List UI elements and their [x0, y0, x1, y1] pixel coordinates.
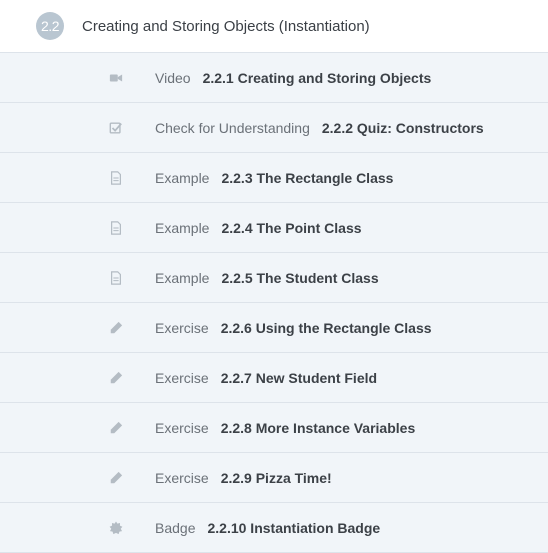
lesson-item[interactable]: Example 2.2.4 The Point Class: [0, 203, 548, 253]
video-camera-icon: [108, 70, 124, 86]
section-title: Creating and Storing Objects (Instantiat…: [82, 17, 370, 35]
badge-icon: [108, 520, 124, 536]
pencil-icon: [108, 420, 124, 436]
lesson-item[interactable]: Exercise 2.2.7 New Student Field: [0, 353, 548, 403]
item-name: 2.2.3 The Rectangle Class: [221, 169, 394, 186]
item-name: 2.2.4 The Point Class: [221, 219, 362, 236]
item-type: Exercise: [155, 469, 209, 486]
document-icon: [108, 170, 124, 186]
item-name: 2.2.7 New Student Field: [220, 369, 378, 386]
lesson-panel: 2.2 Creating and Storing Objects (Instan…: [0, 0, 548, 553]
lesson-item[interactable]: Exercise 2.2.6 Using the Rectangle Class: [0, 303, 548, 353]
lesson-item-list: Video 2.2.1 Creating and Storing Objects C…: [0, 53, 548, 553]
document-icon: [108, 220, 124, 236]
item-type: Badge: [155, 519, 196, 536]
item-name: 2.2.10 Instantiation Badge: [207, 519, 381, 536]
section-header[interactable]: 2.2 Creating and Storing Objects (Instan…: [0, 0, 548, 53]
item-name: 2.2.8 More Instance Variables: [220, 419, 416, 436]
item-type: Exercise: [155, 419, 209, 436]
item-name: 2.2.1 Creating and Storing Objects: [202, 69, 432, 86]
item-name: 2.2.2 Quiz: Constructors: [321, 119, 484, 136]
item-name: 2.2.9 Pizza Time!: [220, 469, 332, 486]
lesson-item[interactable]: Exercise 2.2.8 More Instance Variables: [0, 403, 548, 453]
pencil-icon: [108, 470, 124, 486]
lesson-item[interactable]: Check for Understanding 2.2.2 Quiz: Const…: [0, 103, 548, 153]
lesson-item[interactable]: Exercise 2.2.9 Pizza Time!: [0, 453, 548, 503]
item-name: 2.2.6 Using the Rectangle Class: [220, 319, 432, 336]
lesson-item[interactable]: Badge 2.2.10 Instantiation Badge: [0, 503, 548, 553]
item-type: Video: [155, 69, 191, 86]
item-type: Example: [155, 269, 210, 286]
section-number-badge: 2.2: [36, 12, 64, 40]
pencil-icon: [108, 320, 124, 336]
item-type: Check for Understanding: [155, 119, 310, 136]
lesson-item[interactable]: Example 2.2.5 The Student Class: [0, 253, 548, 303]
checkbox-icon: [108, 120, 124, 136]
item-type: Exercise: [155, 369, 209, 386]
pencil-icon: [108, 370, 124, 386]
document-icon: [108, 270, 124, 286]
item-type: Example: [155, 219, 210, 236]
lesson-item[interactable]: Video 2.2.1 Creating and Storing Objects: [0, 53, 548, 103]
lesson-item[interactable]: Example 2.2.3 The Rectangle Class: [0, 153, 548, 203]
item-type: Exercise: [155, 319, 209, 336]
item-name: 2.2.5 The Student Class: [221, 269, 379, 286]
item-type: Example: [155, 169, 210, 186]
